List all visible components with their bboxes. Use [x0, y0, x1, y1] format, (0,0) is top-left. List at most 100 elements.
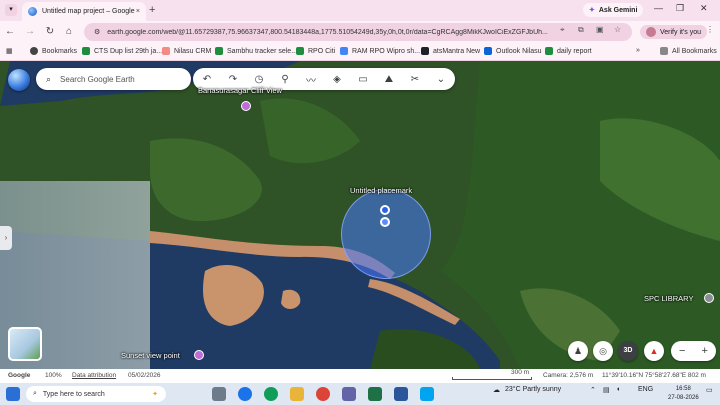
- back-arrow-icon[interactable]: ←: [4, 26, 16, 37]
- bookmark-label: Nilasu CRM: [174, 47, 212, 55]
- tab-search-icon[interactable]: ▾: [5, 4, 17, 16]
- weather-icon[interactable]: ☁: [493, 386, 500, 394]
- apps-grid-icon[interactable]: ▦: [6, 47, 13, 55]
- cast-icon[interactable]: ⧉: [578, 25, 584, 35]
- google-icon: [340, 47, 348, 55]
- bookmark-label: RAM RPO Wipro sh...: [352, 47, 421, 55]
- address-bar[interactable]: ⚙ earth.google.com/web/@11.65729387,75.9…: [84, 23, 632, 41]
- app-icon[interactable]: [420, 387, 434, 401]
- placemark-handle-icon[interactable]: [380, 217, 390, 227]
- sheets-icon: [215, 47, 223, 55]
- language-indicator[interactable]: ENG: [638, 386, 653, 393]
- earth-map-viewport[interactable]: ⌕ Search Google Earth ↶ ↷ ◷ ⚲ 〰 ◈ ▭ ⛰ ✂ …: [0, 61, 720, 369]
- photo-icon[interactable]: ⛰: [381, 74, 397, 85]
- forward-arrow-icon[interactable]: →: [24, 26, 36, 37]
- notification-icon[interactable]: ▭: [706, 386, 713, 394]
- bookmark-item[interactable]: Bookmarks: [30, 47, 77, 55]
- bookmark-item[interactable]: atsMantra New: [421, 47, 480, 55]
- bookmark-item[interactable]: RPO Citi: [296, 47, 335, 55]
- library-poi-icon[interactable]: [704, 293, 714, 303]
- history-icon[interactable]: ◷: [251, 74, 267, 85]
- close-window-button[interactable]: ✕: [700, 3, 708, 14]
- kebab-menu-icon[interactable]: ⋮: [706, 25, 714, 34]
- gemini-icon: ✦: [589, 7, 595, 14]
- pin-icon[interactable]: ⚲: [277, 74, 293, 85]
- bookmark-label: RPO Citi: [308, 47, 336, 55]
- measure-icon[interactable]: ▭: [355, 74, 371, 85]
- bookmark-item[interactable]: Outlook Nilasu: [484, 47, 542, 55]
- reload-icon[interactable]: ↻: [44, 26, 56, 37]
- windows-taskbar: ⌕ Type here to search ✦ ☁ 23°C Partly su…: [0, 383, 720, 405]
- map-style-thumbnail[interactable]: [8, 327, 42, 361]
- compass-icon[interactable]: ▲: [644, 341, 664, 361]
- chrome-icon[interactable]: [316, 387, 330, 401]
- layers-icon[interactable]: ◈: [329, 74, 345, 85]
- banasurasagar-label[interactable]: Banasurasagar Cliff View: [198, 86, 282, 95]
- copilot-icon[interactable]: [238, 387, 252, 401]
- weather-text[interactable]: 23°C Partly sunny: [505, 386, 561, 393]
- all-bookmarks-label: All Bookmarks: [672, 47, 717, 55]
- excel-icon[interactable]: [368, 387, 382, 401]
- tab-active[interactable]: Untitled map project – Google ×: [22, 2, 146, 21]
- data-attribution-link[interactable]: Data attribution: [72, 372, 116, 379]
- undo-icon[interactable]: ↶: [199, 74, 215, 85]
- windows-start-icon[interactable]: [6, 387, 20, 401]
- task-view-icon[interactable]: [212, 387, 226, 401]
- sheets-icon: [296, 47, 304, 55]
- poi-pin-icon[interactable]: [241, 101, 251, 111]
- my-location-icon[interactable]: ◎: [593, 341, 613, 361]
- edge-icon[interactable]: [264, 387, 278, 401]
- bookmark-label: Outlook Nilasu: [496, 47, 542, 55]
- pegman-icon[interactable]: ♟: [568, 341, 588, 361]
- toggle-3d-button[interactable]: 3D: [618, 341, 638, 361]
- bookmark-item[interactable]: CTS Dup list 29th ja...: [82, 47, 162, 55]
- search-input[interactable]: Search Google Earth: [60, 75, 135, 84]
- location-icon[interactable]: ⌖: [560, 25, 565, 35]
- all-bookmarks-button[interactable]: All Bookmarks: [660, 47, 717, 55]
- search-icon: ⌕: [33, 390, 37, 397]
- google-earth-favicon-icon: [28, 7, 37, 16]
- google-earth-logo-icon[interactable]: [8, 69, 30, 91]
- teams-icon[interactable]: [342, 387, 356, 401]
- minimize-button[interactable]: —: [654, 3, 663, 13]
- bookmark-star-icon[interactable]: ☆: [614, 25, 621, 34]
- file-explorer-icon[interactable]: [290, 387, 304, 401]
- word-icon[interactable]: [394, 387, 408, 401]
- placemark-radius-circle[interactable]: [341, 189, 431, 279]
- install-app-icon[interactable]: ▣: [596, 25, 604, 34]
- chevron-down-icon[interactable]: ⌄: [433, 74, 449, 85]
- sunset-poi-icon[interactable]: [194, 350, 204, 360]
- taskbar-search-input[interactable]: Type here to search: [43, 391, 105, 398]
- bookmark-item[interactable]: Sambhu tracker sele...: [215, 47, 297, 55]
- placemark-pin-icon[interactable]: [380, 205, 390, 215]
- zoom-in-icon[interactable]: +: [702, 345, 708, 357]
- site-info-icon[interactable]: ⚙: [94, 28, 100, 36]
- taskbar-clock[interactable]: 16:58 27-08-2026: [668, 385, 699, 403]
- sunset-view-label[interactable]: Sunset view point: [121, 351, 180, 360]
- taskbar-search[interactable]: ⌕ Type here to search ✦: [26, 386, 166, 402]
- zoom-control: − +: [671, 341, 716, 361]
- spc-library-label[interactable]: SPC LIBRARY: [644, 294, 693, 303]
- address-row: ← → ↻ ⌂ ⚙ earth.google.com/web/@11.65729…: [0, 21, 720, 43]
- home-icon[interactable]: ⌂: [63, 26, 75, 37]
- bookmarks-overflow-button[interactable]: »: [636, 47, 640, 54]
- zoom-out-icon[interactable]: −: [679, 345, 685, 357]
- maximize-button[interactable]: ❐: [676, 3, 684, 14]
- path-icon[interactable]: 〰: [303, 72, 319, 87]
- bookmark-item[interactable]: RAM RPO Wipro sh...: [340, 47, 420, 55]
- bookmark-item[interactable]: Nilasu CRM: [162, 47, 211, 55]
- side-panel-toggle[interactable]: ›: [0, 226, 12, 250]
- redo-icon[interactable]: ↷: [225, 74, 241, 85]
- bookmark-item[interactable]: daily report: [545, 47, 592, 55]
- placemark-label[interactable]: Untitled placemark: [350, 186, 412, 195]
- network-icon[interactable]: ▤: [603, 386, 610, 394]
- profile-verify-button[interactable]: Verify it's you: [640, 25, 708, 39]
- ask-gemini-button[interactable]: ✦ Ask Gemini: [583, 3, 644, 17]
- search-bar[interactable]: ⌕ Search Google Earth: [36, 68, 191, 90]
- tools-icon[interactable]: ✂: [407, 74, 423, 85]
- tab-close-icon[interactable]: ×: [136, 8, 140, 15]
- tray-chevron-icon[interactable]: ⌃: [590, 386, 596, 394]
- new-tab-button[interactable]: +: [149, 4, 155, 16]
- url-text: earth.google.com/web/@11.65729387,75.966…: [107, 28, 548, 36]
- volume-icon[interactable]: ◖: [616, 386, 620, 393]
